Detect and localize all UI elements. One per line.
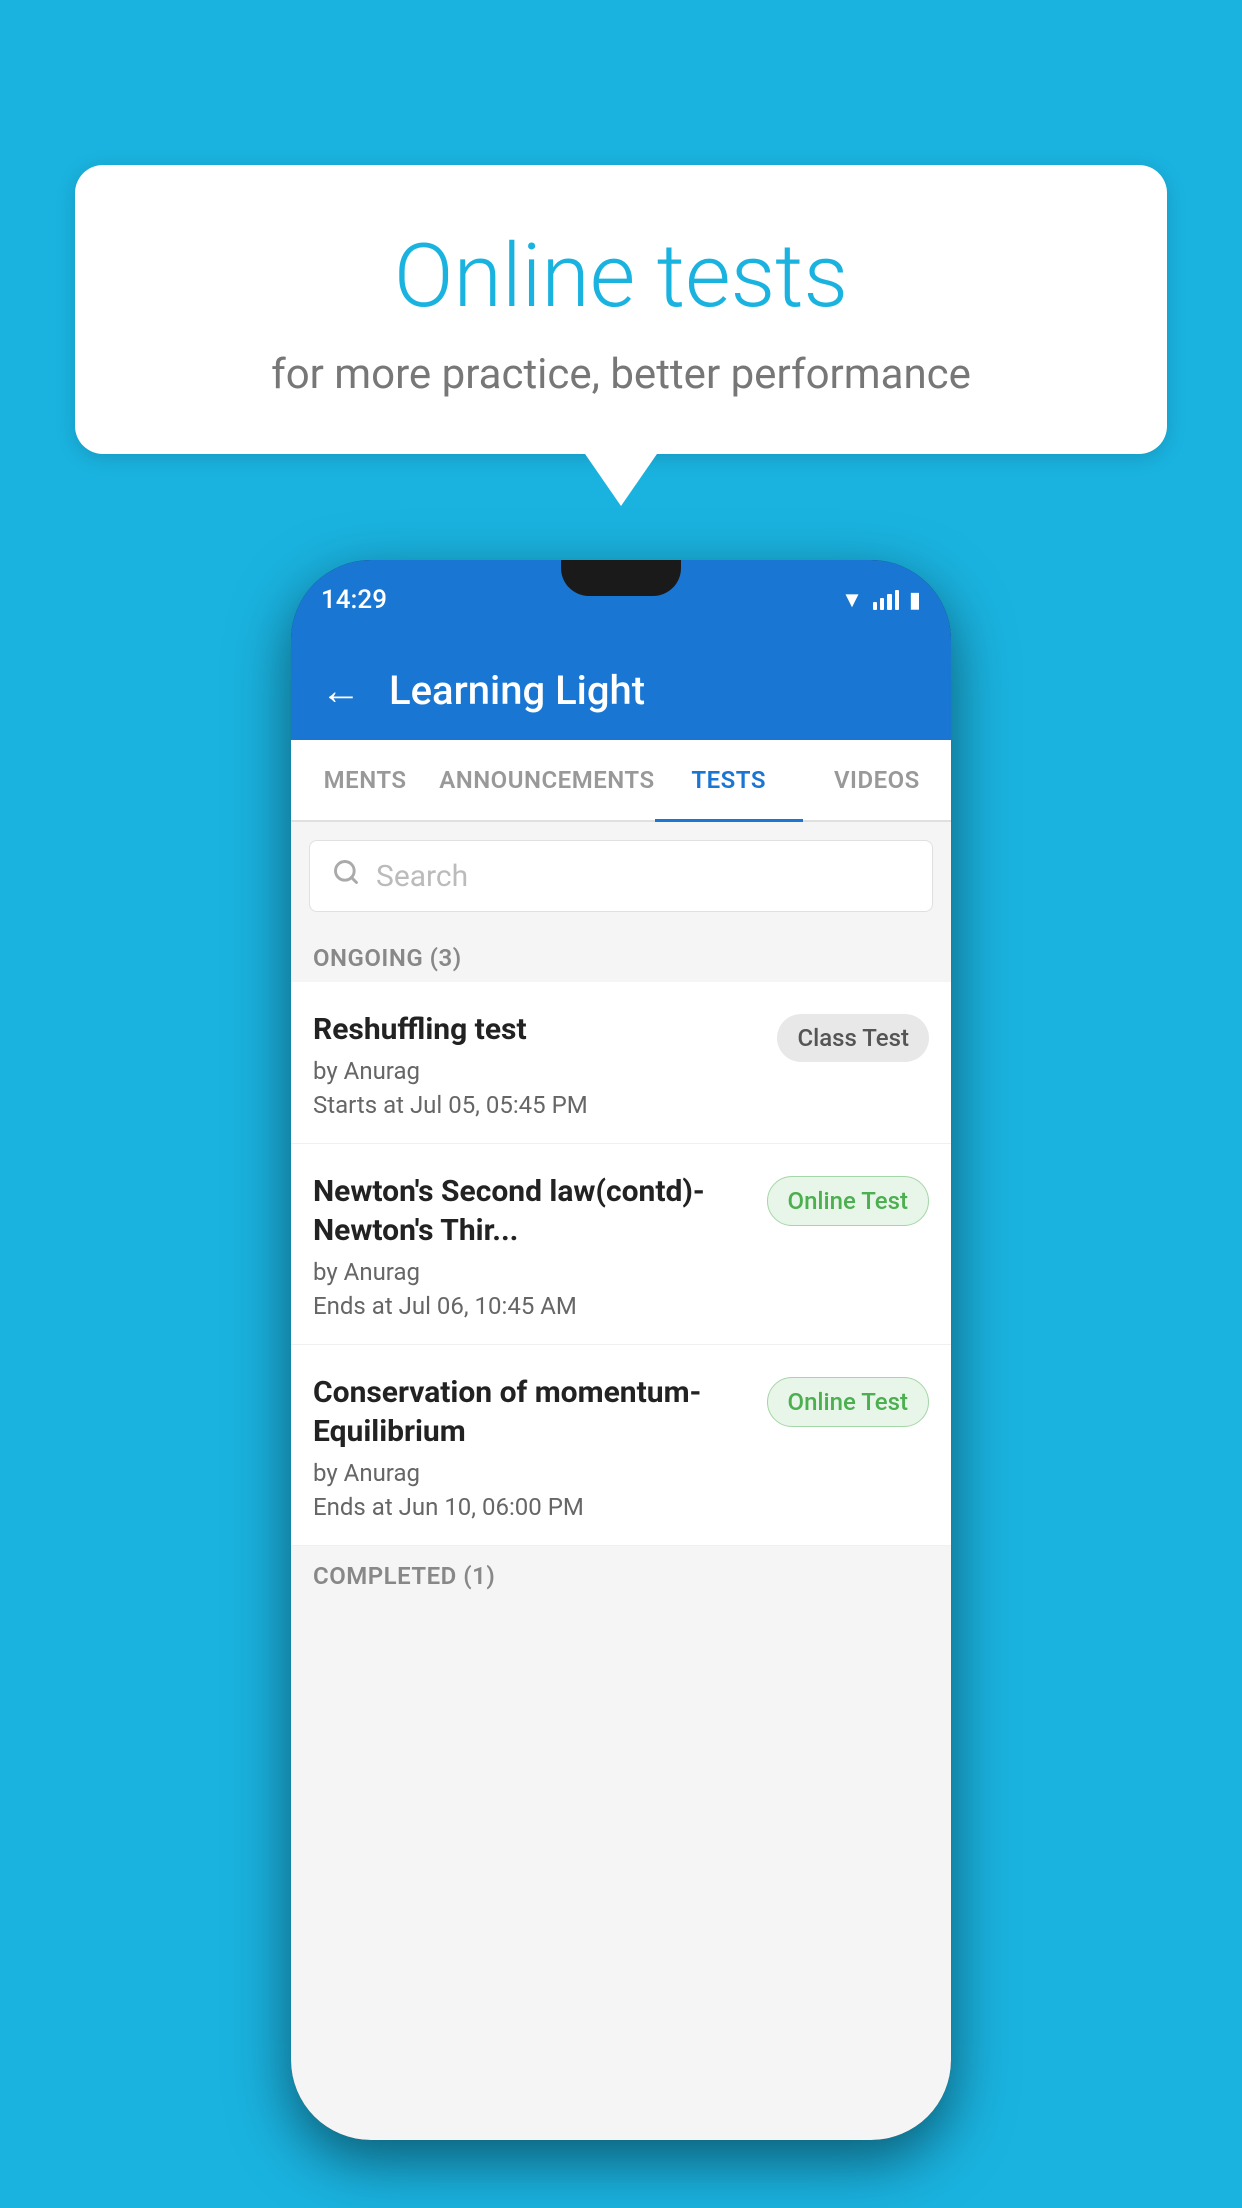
- phone-screen: MENTS ANNOUNCEMENTS TESTS VIDEOS Search …: [291, 740, 951, 2140]
- app-title: Learning Light: [389, 667, 645, 714]
- bubble-subtitle: for more practice, better performance: [135, 350, 1107, 399]
- status-time: 14:29: [321, 585, 387, 615]
- test-time: Ends at Jul 06, 10:45 AM: [313, 1292, 751, 1320]
- app-header: ← Learning Light: [291, 640, 951, 740]
- test-item[interactable]: Reshuffling test by Anurag Starts at Jul…: [291, 982, 951, 1144]
- test-time: Ends at Jun 10, 06:00 PM: [313, 1493, 751, 1521]
- back-button[interactable]: ←: [321, 667, 361, 714]
- test-badge: Class Test: [777, 1014, 929, 1062]
- test-info: Newton's Second law(contd)-Newton's Thir…: [313, 1172, 751, 1320]
- test-time: Starts at Jul 05, 05:45 PM: [313, 1091, 761, 1119]
- test-author: by Anurag: [313, 1258, 751, 1286]
- test-author: by Anurag: [313, 1057, 761, 1085]
- speech-bubble: Online tests for more practice, better p…: [75, 165, 1167, 454]
- signal-icon: [873, 590, 899, 610]
- test-info: Reshuffling test by Anurag Starts at Jul…: [313, 1010, 761, 1119]
- tab-ments[interactable]: MENTS: [291, 740, 439, 820]
- tab-tests[interactable]: TESTS: [655, 740, 803, 820]
- bubble-title: Online tests: [135, 225, 1107, 328]
- phone-frame: 14:29 ▼ ▮ ← Learning Light MENTS: [291, 560, 951, 2140]
- test-info: Conservation of momentum-Equilibrium by …: [313, 1373, 751, 1521]
- test-item[interactable]: Newton's Second law(contd)-Newton's Thir…: [291, 1144, 951, 1345]
- test-badge: Online Test: [767, 1377, 929, 1427]
- status-icons: ▼ ▮: [841, 587, 921, 613]
- search-icon: [332, 858, 360, 894]
- search-bar[interactable]: Search: [309, 840, 933, 912]
- status-bar: 14:29 ▼ ▮: [291, 560, 951, 640]
- test-item[interactable]: Conservation of momentum-Equilibrium by …: [291, 1345, 951, 1546]
- test-badge: Online Test: [767, 1176, 929, 1226]
- test-name: Conservation of momentum-Equilibrium: [313, 1373, 751, 1451]
- tab-videos[interactable]: VIDEOS: [803, 740, 951, 820]
- tabs-bar: MENTS ANNOUNCEMENTS TESTS VIDEOS: [291, 740, 951, 822]
- test-author: by Anurag: [313, 1459, 751, 1487]
- ongoing-section-label: ONGOING (3): [291, 930, 951, 982]
- test-list: Reshuffling test by Anurag Starts at Jul…: [291, 982, 951, 1546]
- test-name: Reshuffling test: [313, 1010, 761, 1049]
- completed-section-label: COMPLETED (1): [291, 1546, 951, 1600]
- tab-announcements[interactable]: ANNOUNCEMENTS: [439, 740, 654, 820]
- battery-icon: ▮: [909, 588, 921, 613]
- wifi-icon: ▼: [841, 587, 863, 613]
- notch-cutout: [561, 560, 681, 596]
- test-name: Newton's Second law(contd)-Newton's Thir…: [313, 1172, 751, 1250]
- search-placeholder: Search: [376, 859, 468, 894]
